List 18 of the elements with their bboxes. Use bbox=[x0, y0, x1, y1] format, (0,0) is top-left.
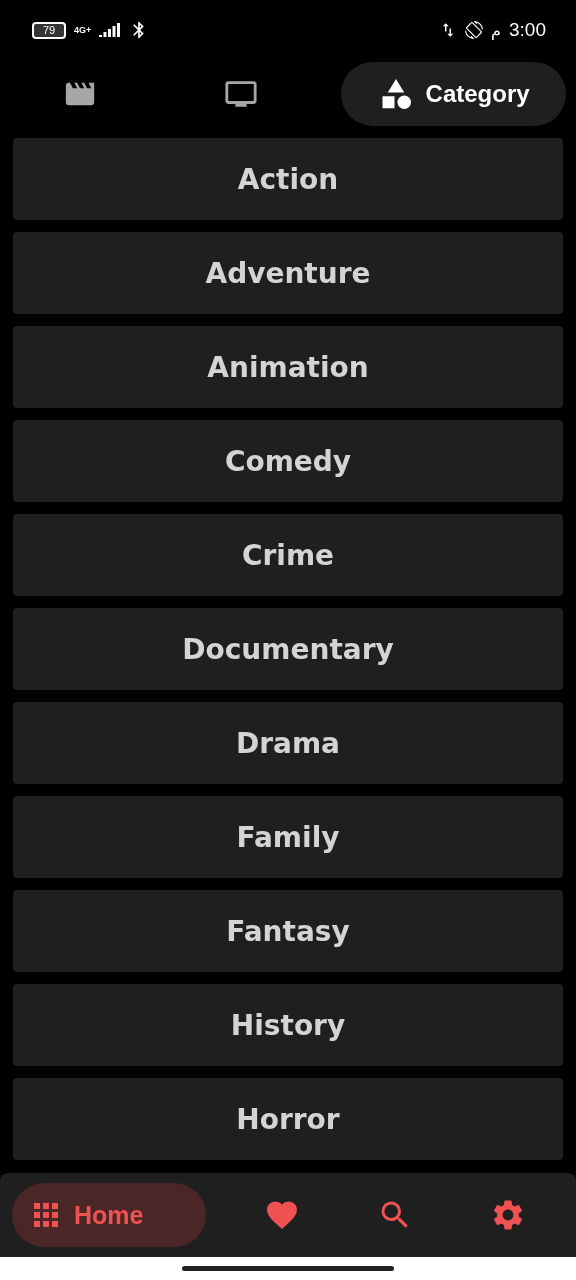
category-button[interactable]: History bbox=[13, 984, 563, 1066]
category-button[interactable]: Action bbox=[13, 138, 563, 220]
time-period: م bbox=[491, 20, 501, 40]
category-button[interactable]: Fantasy bbox=[13, 890, 563, 972]
category-button[interactable]: Crime bbox=[13, 514, 563, 596]
category-button[interactable]: Family bbox=[13, 796, 563, 878]
category-button[interactable]: Comedy bbox=[13, 420, 563, 502]
network-type: 4G+ bbox=[74, 25, 92, 35]
nav-button[interactable]: Home bbox=[12, 1183, 207, 1247]
category-button[interactable]: Animation bbox=[13, 326, 563, 408]
tab[interactable]: Category bbox=[341, 62, 566, 126]
category-button[interactable]: Drama bbox=[13, 702, 563, 784]
signal-icon bbox=[99, 23, 122, 37]
category-button[interactable]: Documentary bbox=[13, 608, 563, 690]
category-button[interactable]: Adventure bbox=[13, 232, 563, 314]
clock-time: 3:00 bbox=[509, 19, 546, 41]
battery-level: 79 bbox=[32, 21, 66, 39]
category-button[interactable]: Horror bbox=[13, 1078, 563, 1160]
